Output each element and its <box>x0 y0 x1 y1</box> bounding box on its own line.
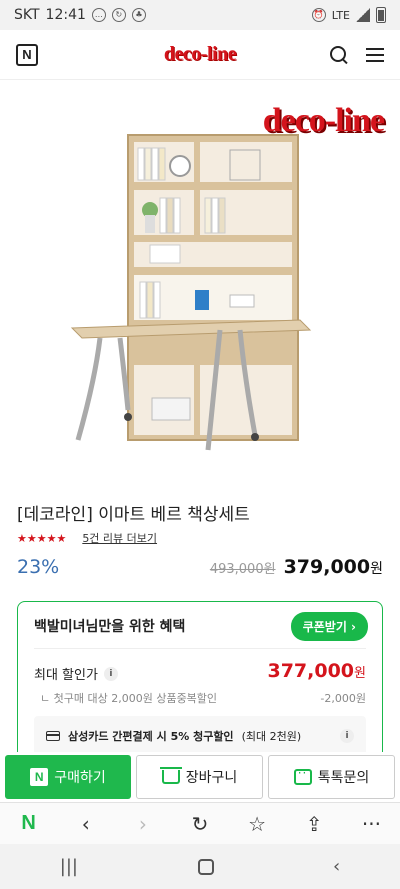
card-discount-box: 삼성카드 간편결제 시 5% 청구할인 (최대 2천원) i <box>34 716 366 756</box>
benefit-card: 백발미녀님만을 위한 혜택 쿠폰받기 › 최대 할인가 i 377,000원 ㄴ… <box>17 601 383 771</box>
buy-button[interactable]: N 구매하기 <box>5 755 131 799</box>
alarm-icon: ⏰ <box>311 8 326 22</box>
original-price: 493,000원 <box>209 562 276 577</box>
battery-icon <box>376 7 386 23</box>
info-icon[interactable]: i <box>103 666 118 681</box>
rating-row: ★★★★★ 5건 리뷰 더보기 <box>17 530 157 546</box>
network-label: LTE <box>331 8 350 22</box>
rating-stars-icon: ★★★★★ <box>17 531 67 545</box>
coupon-button[interactable]: 쿠폰받기 › <box>290 612 368 641</box>
max-discount-label: 최대 할인가 i <box>34 664 118 683</box>
carrier-label: SKT <box>14 7 40 23</box>
naver-pay-icon: N <box>30 768 49 786</box>
info-icon[interactable]: i <box>340 729 354 743</box>
talktalk-button[interactable]: 톡톡문의 <box>268 755 395 799</box>
product-image[interactable]: deco-line <box>0 80 400 480</box>
time-label: 12:41 <box>45 7 86 23</box>
system-nav-bar: ||| ‹ <box>0 844 400 889</box>
more-icon[interactable]: ··· <box>356 809 386 839</box>
status-bar: SKT 12:41 … ↻ ♣ ⏰ LTE <box>0 0 400 30</box>
benefit-title: 백발미녀님만을 위한 혜택 <box>34 619 186 635</box>
search-icon[interactable] <box>330 45 348 64</box>
share-icon[interactable]: ⇪ <box>299 809 329 839</box>
divider <box>34 648 366 649</box>
max-discount-price: 377,000원 <box>267 660 366 682</box>
price-row: 23% 493,000원 379,000원 <box>17 556 383 578</box>
bookmark-star-icon[interactable]: ☆ <box>242 809 272 839</box>
sync-notification-icon: ↻ <box>111 8 126 22</box>
product-title: [데코라인] 이마트 베르 책상세트 <box>17 505 250 525</box>
brand-logo[interactable]: deco-line <box>164 43 237 66</box>
cart-icon <box>159 767 182 784</box>
browser-toolbar: N ‹ › ↻ ☆ ⇪ ··· <box>0 802 400 844</box>
image-brand-logo: deco-line <box>262 102 385 139</box>
recent-apps-icon[interactable]: ||| <box>60 856 78 877</box>
chat-icon <box>293 766 312 785</box>
sale-price: 379,000원 <box>283 556 383 578</box>
system-back-icon[interactable]: ‹ <box>333 856 340 877</box>
naver-home-button[interactable]: N <box>16 43 38 66</box>
chat-notification-icon: … <box>91 8 106 22</box>
signal-icon <box>356 8 370 22</box>
cart-button[interactable]: 장바구니 <box>136 755 263 799</box>
discount-rate: 23% <box>17 556 60 578</box>
first-purchase-amount: -2,000원 <box>320 692 366 705</box>
app-notification-icon: ♣ <box>131 8 146 22</box>
purchase-action-bar: N 구매하기 장바구니 톡톡문의 <box>0 752 400 802</box>
home-icon[interactable] <box>197 858 214 875</box>
top-nav: N deco-line <box>0 30 400 80</box>
card-discount-text: 삼성카드 간편결제 시 5% 청구할인 <box>68 730 234 743</box>
credit-card-icon <box>46 731 60 741</box>
review-link[interactable]: 5건 리뷰 더보기 <box>82 530 157 546</box>
first-purchase-line: ㄴ 첫구매 대상 2,000원 상품중복할인 <box>40 692 218 705</box>
desk-bookcase-illustration <box>70 134 312 451</box>
card-discount-limit: (최대 2천원) <box>241 730 302 743</box>
menu-icon[interactable] <box>366 47 384 62</box>
naver-home-icon[interactable]: N <box>14 809 44 839</box>
forward-icon[interactable]: › <box>128 809 158 839</box>
refresh-icon[interactable]: ↻ <box>185 809 215 839</box>
back-icon[interactable]: ‹ <box>71 809 101 839</box>
